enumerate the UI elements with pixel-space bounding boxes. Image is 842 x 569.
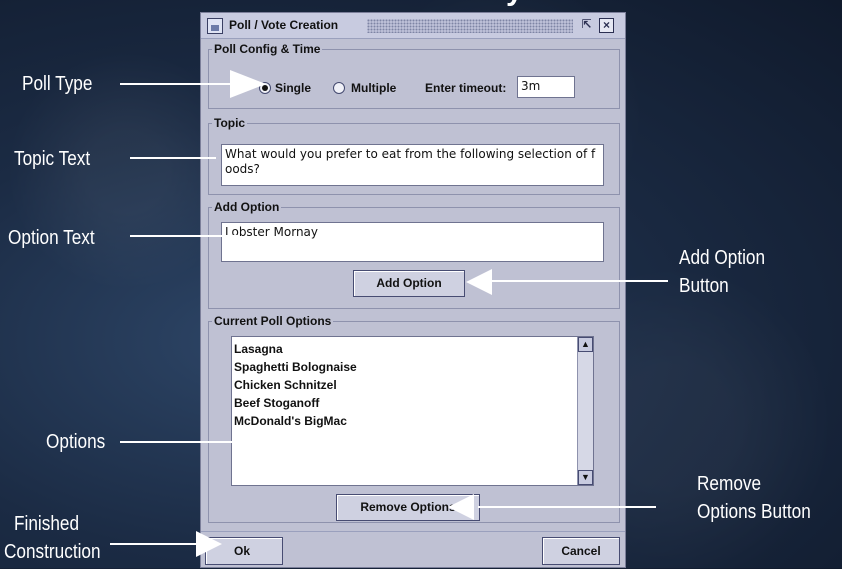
list-item[interactable]: Spaghetti Bolognaise xyxy=(232,358,593,376)
scroll-down-icon[interactable]: ▼ xyxy=(578,470,593,485)
timeout-input[interactable]: 3m xyxy=(517,76,575,98)
topic-group: Topic What would you prefer to eat from … xyxy=(208,116,620,195)
timeout-label: Enter timeout: xyxy=(425,81,507,95)
slide-title-fragment: y xyxy=(506,0,546,6)
topic-label: Topic xyxy=(212,116,248,130)
scroll-up-icon[interactable]: ▲ xyxy=(578,337,593,352)
callout-option-text: Option Text xyxy=(8,227,95,249)
callout-options: Options xyxy=(46,431,106,453)
poll-config-group: Poll Config & Time Single Multiple Enter… xyxy=(208,42,620,109)
callout-topic-text: Topic Text xyxy=(14,148,91,170)
callout-remove-options-line1: Remove xyxy=(697,473,762,495)
current-poll-options-group: Current Poll Options Lasagna Spaghetti B… xyxy=(208,314,620,523)
topic-text-input[interactable]: What would you prefer to eat from the fo… xyxy=(221,144,604,186)
callout-add-option-line1: Add Option xyxy=(679,247,766,269)
dialog-footer: Ok Cancel xyxy=(201,531,625,569)
ok-button[interactable]: Ok xyxy=(205,537,283,565)
titlebar-grip xyxy=(367,19,573,33)
single-radio[interactable] xyxy=(259,82,271,94)
option-text-input[interactable]: Lobster Mornay xyxy=(221,222,604,262)
close-icon[interactable]: × xyxy=(599,18,614,33)
list-item[interactable]: Chicken Schnitzel xyxy=(232,376,593,394)
list-item[interactable]: Beef Stoganoff xyxy=(232,394,593,412)
add-option-button[interactable]: Add Option xyxy=(353,270,465,297)
callout-finished-line1: Finished xyxy=(14,513,80,535)
multiple-label: Multiple xyxy=(351,81,397,95)
callout-remove-options-line2: Options Button xyxy=(697,501,811,523)
callout-finished-line2: Construction xyxy=(4,541,101,563)
callout-add-option-line2: Button xyxy=(679,275,729,297)
list-item[interactable]: McDonald's BigMac xyxy=(232,412,593,430)
cancel-button[interactable]: Cancel xyxy=(542,537,620,565)
options-listbox[interactable]: Lasagna Spaghetti Bolognaise Chicken Sch… xyxy=(231,336,594,486)
window-titlebar[interactable]: Poll / Vote Creation ⇱ × xyxy=(201,13,625,39)
options-scrollbar[interactable]: ▲ ▼ xyxy=(577,337,593,485)
add-option-group: Add Option Lobster Mornay Add Option xyxy=(208,200,620,309)
single-label: Single xyxy=(275,81,312,95)
window-title: Poll / Vote Creation xyxy=(229,18,339,32)
window-app-icon xyxy=(207,18,223,34)
callout-poll-type: Poll Type xyxy=(22,73,93,95)
restore-icon[interactable]: ⇱ xyxy=(579,18,594,33)
multiple-radio[interactable] xyxy=(333,82,345,94)
add-option-label: Add Option xyxy=(212,200,282,214)
poll-vote-creation-window: Poll / Vote Creation ⇱ × Poll Config & T… xyxy=(200,12,626,568)
remove-options-button[interactable]: Remove Options xyxy=(336,494,480,521)
poll-config-label: Poll Config & Time xyxy=(212,42,323,56)
current-poll-options-label: Current Poll Options xyxy=(212,314,334,328)
list-item[interactable]: Lasagna xyxy=(232,340,593,358)
